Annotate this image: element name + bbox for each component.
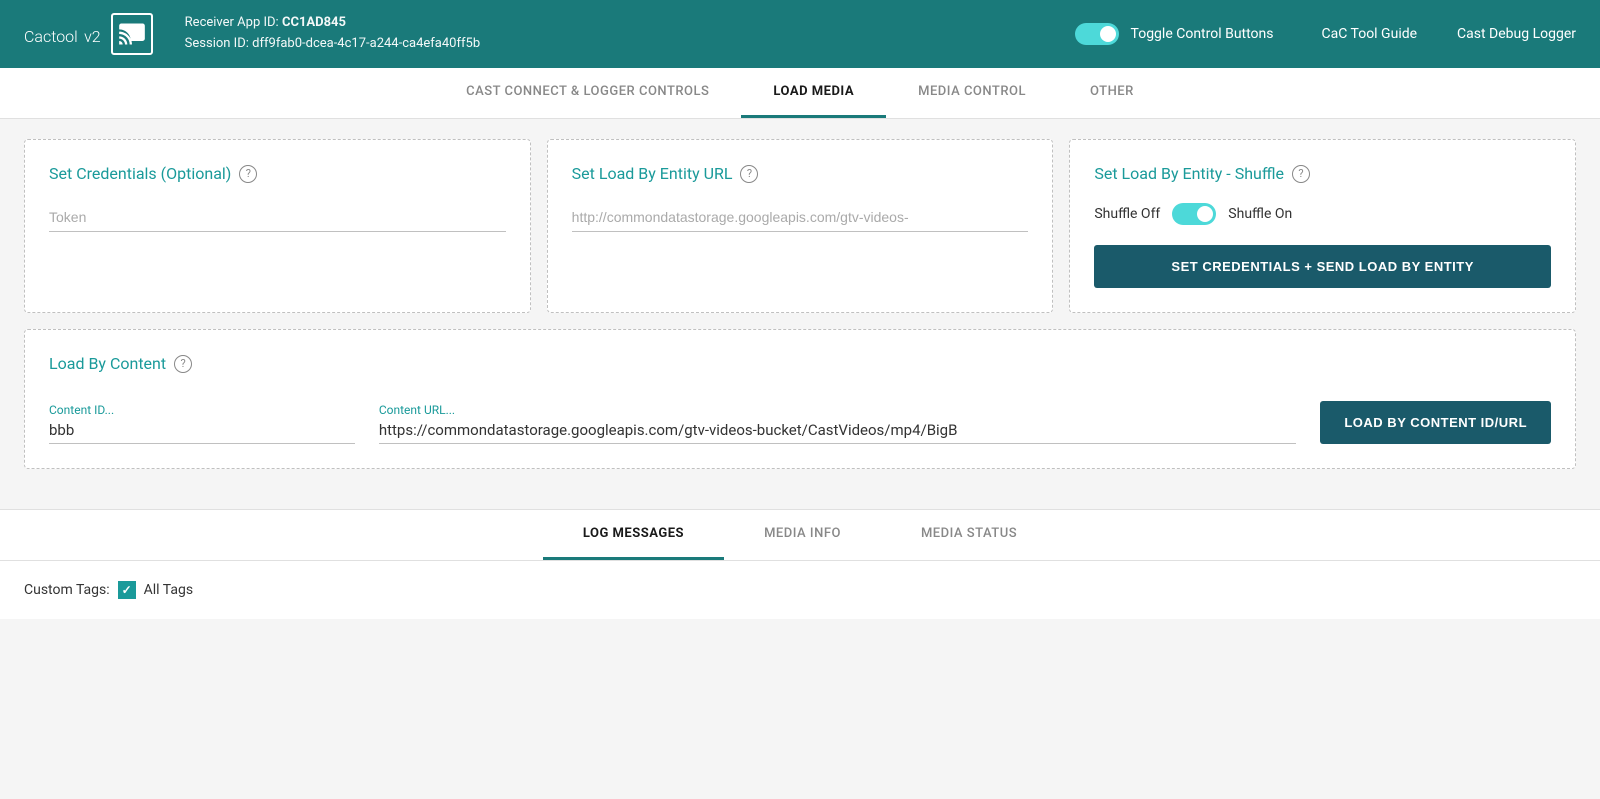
token-input[interactable] [49, 203, 506, 232]
main-content: Set Credentials (Optional) ? Set Load By… [0, 119, 1600, 505]
logo: Cactool v2 [24, 13, 153, 55]
tab-other[interactable]: OTHER [1058, 68, 1166, 118]
custom-tags-row: Custom Tags: All Tags [24, 581, 1576, 599]
shuffle-toggle[interactable] [1172, 203, 1216, 225]
entity-url-title: Set Load By Entity URL ? [572, 164, 1029, 183]
tab-media-control[interactable]: MEDIA CONTROL [886, 68, 1058, 118]
content-id-value[interactable]: bbb [49, 421, 355, 444]
tab-log-messages[interactable]: LOG MESSAGES [543, 510, 724, 560]
shuffle-toggle-row: Shuffle Off Shuffle On [1094, 203, 1551, 225]
app-name: Cactool v2 [24, 19, 101, 49]
content-url-value[interactable]: https://commondatastorage.googleapis.com… [379, 421, 1297, 444]
all-tags-checkbox[interactable] [118, 581, 136, 599]
entity-url-input[interactable] [572, 203, 1029, 232]
shuffle-help-icon[interactable]: ? [1292, 165, 1310, 183]
credentials-card: Set Credentials (Optional) ? [24, 139, 531, 313]
log-messages-content: Custom Tags: All Tags [0, 561, 1600, 619]
app-header: Cactool v2 Receiver App ID: CC1AD845 Ses… [0, 0, 1600, 68]
toggle-control[interactable]: Toggle Control Buttons [1075, 23, 1274, 45]
shuffle-card: Set Load By Entity - Shuffle ? Shuffle O… [1069, 139, 1576, 313]
main-tabs: CAST CONNECT & LOGGER CONTROLS LOAD MEDI… [0, 68, 1600, 119]
content-url-label: Content URL... [379, 403, 1297, 417]
tab-media-info[interactable]: MEDIA INFO [724, 510, 881, 560]
set-credentials-send-entity-button[interactable]: SET CREDENTIALS + SEND LOAD BY ENTITY [1094, 245, 1551, 288]
all-tags-label: All Tags [144, 582, 193, 598]
cac-tool-guide-link[interactable]: CaC Tool Guide [1322, 26, 1418, 42]
load-content-help-icon[interactable]: ? [174, 355, 192, 373]
credentials-title: Set Credentials (Optional) ? [49, 164, 506, 183]
header-nav: CaC Tool Guide Cast Debug Logger [1322, 26, 1577, 42]
cast-icon [111, 13, 153, 55]
bottom-section: LOG MESSAGES MEDIA INFO MEDIA STATUS Cus… [0, 509, 1600, 619]
content-url-group: Content URL... https://commondatastorage… [379, 403, 1297, 444]
toggle-label: Toggle Control Buttons [1131, 26, 1274, 42]
load-content-button[interactable]: LOAD BY CONTENT ID/URL [1320, 401, 1551, 444]
shuffle-on-label: Shuffle On [1228, 206, 1292, 222]
content-id-group: Content ID... bbb [49, 403, 355, 444]
custom-tags-label: Custom Tags: [24, 582, 110, 598]
entity-url-help-icon[interactable]: ? [740, 165, 758, 183]
load-content-title: Load By Content ? [49, 354, 1551, 373]
toggle-switch[interactable] [1075, 23, 1119, 45]
load-content-card: Load By Content ? Content ID... bbb Cont… [24, 329, 1576, 469]
tab-media-status[interactable]: MEDIA STATUS [881, 510, 1057, 560]
cards-row: Set Credentials (Optional) ? Set Load By… [24, 139, 1576, 313]
shuffle-title: Set Load By Entity - Shuffle ? [1094, 164, 1551, 183]
credentials-help-icon[interactable]: ? [239, 165, 257, 183]
shuffle-off-label: Shuffle Off [1094, 206, 1160, 222]
tab-load-media[interactable]: LOAD MEDIA [741, 68, 886, 118]
entity-url-card: Set Load By Entity URL ? [547, 139, 1054, 313]
bottom-tabs: LOG MESSAGES MEDIA INFO MEDIA STATUS [0, 510, 1600, 561]
content-fields-row: Content ID... bbb Content URL... https:/… [49, 401, 1551, 444]
session-info: Receiver App ID: CC1AD845 Session ID: df… [185, 13, 480, 55]
tab-cast-connect[interactable]: CAST CONNECT & LOGGER CONTROLS [434, 68, 741, 118]
content-id-label: Content ID... [49, 403, 355, 417]
cast-debug-logger-link[interactable]: Cast Debug Logger [1457, 26, 1576, 42]
